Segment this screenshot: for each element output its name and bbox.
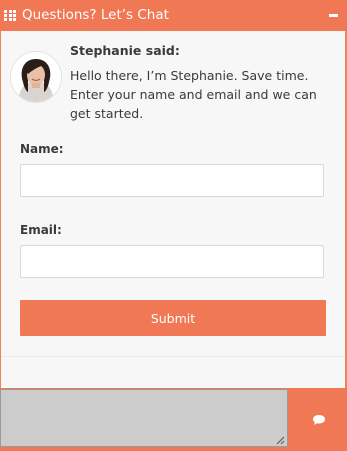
- chat-message-input[interactable]: [0, 389, 288, 447]
- minus-icon[interactable]: [329, 14, 338, 17]
- panel-divider: [1, 356, 345, 357]
- agent-name-label: Stephanie said:: [70, 43, 180, 58]
- resize-grip-icon[interactable]: [276, 436, 285, 445]
- agent-message: Hello there, I’m Stephanie. Save time. E…: [70, 68, 317, 121]
- chat-widget: Questions? Let’s Chat Stephanie said: He…: [0, 0, 347, 451]
- name-label: Name:: [20, 142, 64, 156]
- submit-button[interactable]: Submit: [20, 300, 326, 336]
- chat-composer: [0, 388, 347, 451]
- email-label: Email:: [20, 223, 62, 237]
- name-field[interactable]: [20, 164, 324, 197]
- chat-bubble-icon: [313, 415, 325, 425]
- chat-panel: Stephanie said: Hello there, I’m Stephan…: [1, 31, 345, 388]
- chat-title: Questions? Let’s Chat: [22, 7, 169, 23]
- grid-icon: [4, 10, 16, 21]
- agent-avatar: [10, 51, 62, 103]
- email-field[interactable]: [20, 245, 324, 278]
- send-button[interactable]: [305, 408, 333, 432]
- chat-header[interactable]: Questions? Let’s Chat: [0, 0, 347, 31]
